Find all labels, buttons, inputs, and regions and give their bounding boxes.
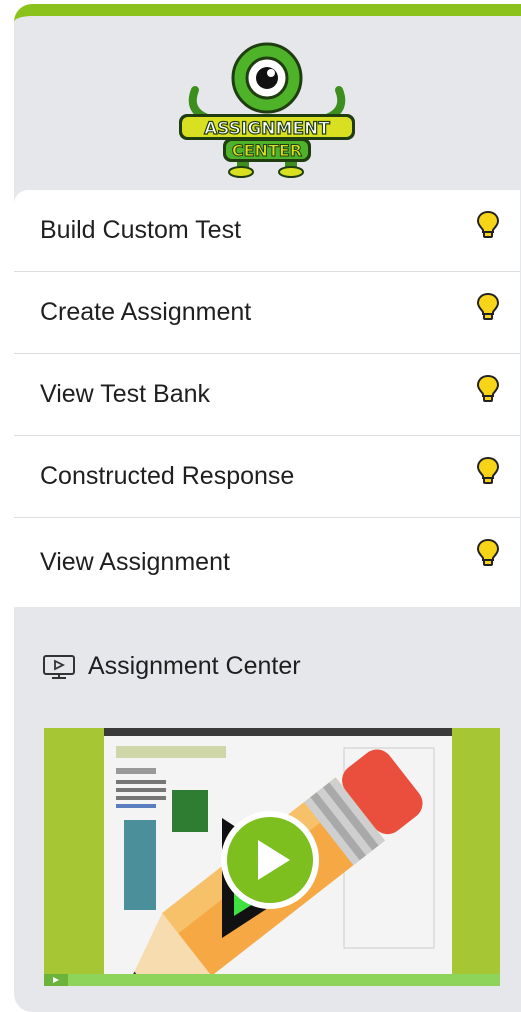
menu-item-label: Build Custom Test	[40, 216, 242, 244]
logo-line1: ASSIGNMENT	[204, 119, 330, 139]
logo-line2: CENTER	[232, 141, 302, 160]
play-button-icon[interactable]	[221, 811, 319, 909]
lightbulb-icon[interactable]	[476, 374, 500, 404]
menu-item-view-test-bank[interactable]: View Test Bank	[14, 354, 520, 436]
lightbulb-icon[interactable]	[476, 538, 500, 568]
assignment-center-panel: ASSIGNMENT CENTER Build Custom Test Crea…	[14, 4, 521, 1012]
menu-item-constructed-response[interactable]: Constructed Response	[14, 436, 520, 518]
video-section-header: Assignment Center	[42, 652, 301, 681]
lightbulb-icon[interactable]	[476, 456, 500, 486]
video-screen-icon	[43, 654, 75, 679]
menu-item-view-assignment[interactable]: View Assignment	[14, 518, 520, 607]
assignment-center-logo: ASSIGNMENT CENTER	[14, 40, 520, 190]
assignment-menu: Build Custom Test Create Assignment View…	[14, 190, 520, 607]
video-thumbnail[interactable]	[44, 728, 500, 986]
menu-item-build-custom-test[interactable]: Build Custom Test	[14, 190, 520, 272]
menu-item-label: View Assignment	[40, 548, 230, 576]
video-section-title: Assignment Center	[88, 652, 301, 680]
menu-item-label: Create Assignment	[40, 298, 252, 326]
menu-item-create-assignment[interactable]: Create Assignment	[14, 272, 520, 354]
lightbulb-icon[interactable]	[476, 210, 500, 240]
menu-item-label: Constructed Response	[40, 462, 295, 490]
menu-item-label: View Test Bank	[40, 380, 211, 408]
lightbulb-icon[interactable]	[476, 292, 500, 322]
